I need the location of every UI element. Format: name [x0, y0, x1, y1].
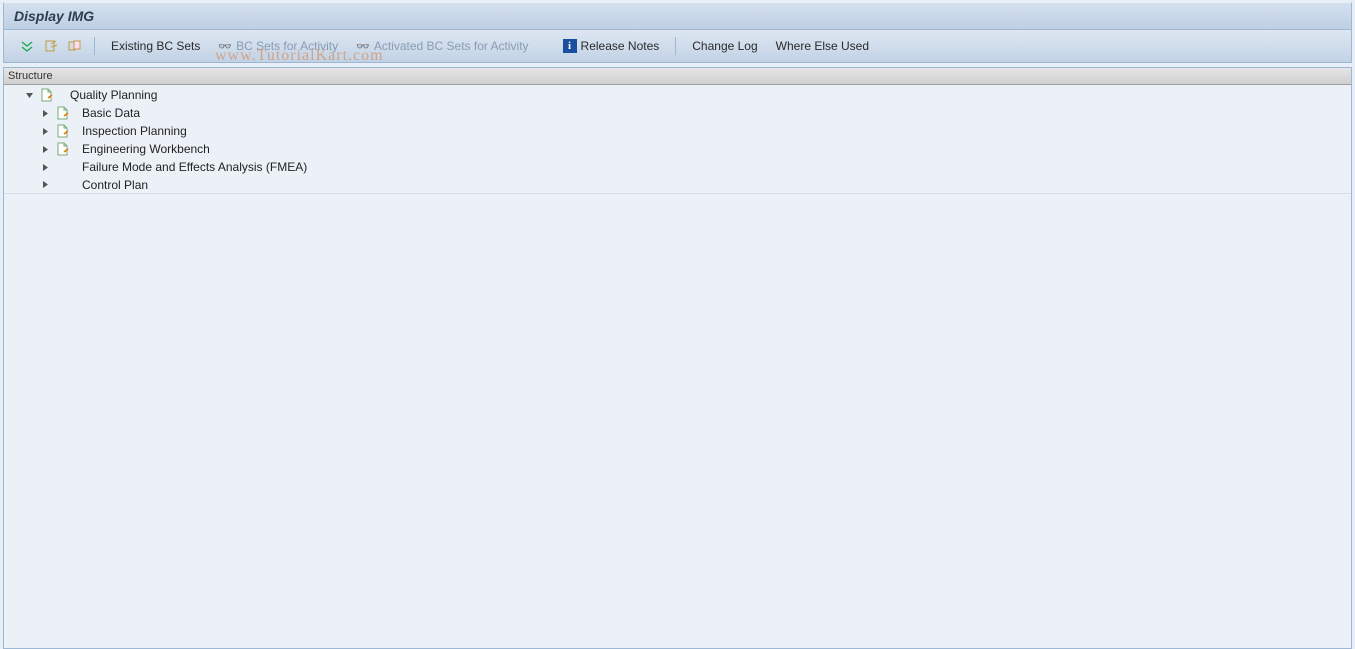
collapse-arrow-icon[interactable] — [24, 90, 34, 100]
additional-info-icon[interactable] — [64, 35, 86, 57]
tree-row[interactable]: Control Plan — [4, 176, 1351, 194]
tree-item-label[interactable]: Basic Data — [72, 106, 140, 120]
where-else-used-button[interactable]: Where Else Used — [768, 34, 877, 58]
expand-all-icon[interactable] — [16, 35, 38, 57]
tree-item-label[interactable]: Engineering Workbench — [72, 142, 210, 156]
expand-arrow-icon[interactable] — [40, 108, 50, 118]
tree-root-row[interactable]: Quality Planning — [4, 86, 1351, 104]
tree-item-label[interactable]: Failure Mode and Effects Analysis (FMEA) — [72, 160, 307, 174]
expand-arrow-icon[interactable] — [40, 126, 50, 136]
title-bar: Display IMG — [3, 2, 1352, 30]
glasses-icon: 👓 — [356, 40, 370, 53]
tree-row[interactable]: Basic Data — [4, 104, 1351, 122]
where-else-used-label: Where Else Used — [776, 39, 869, 53]
expand-arrow-icon[interactable] — [40, 162, 50, 172]
existing-bc-sets-label: Existing BC Sets — [111, 39, 200, 53]
document-icon[interactable] — [38, 87, 54, 103]
expand-arrow-icon[interactable] — [40, 144, 50, 154]
tree-row[interactable]: Engineering Workbench — [4, 140, 1351, 158]
glasses-icon: 👓 — [218, 40, 232, 53]
page-title: Display IMG — [14, 8, 94, 24]
tree-row[interactable]: Inspection Planning — [4, 122, 1351, 140]
expand-arrow-icon[interactable] — [40, 180, 50, 190]
separator — [94, 37, 95, 55]
separator — [675, 37, 676, 55]
release-notes-button[interactable]: i Release Notes — [555, 34, 668, 58]
release-notes-label: Release Notes — [581, 39, 660, 53]
document-icon[interactable] — [54, 123, 70, 139]
activated-bc-sets-button: 👓 Activated BC Sets for Activity — [348, 34, 536, 58]
document-icon[interactable] — [54, 141, 70, 157]
tree-item-label[interactable]: Control Plan — [72, 178, 148, 192]
bc-sets-for-activity-label: BC Sets for Activity — [236, 39, 338, 53]
tree-row[interactable]: Failure Mode and Effects Analysis (FMEA) — [4, 158, 1351, 176]
existing-bc-sets-button[interactable]: Existing BC Sets — [103, 34, 208, 58]
find-icon[interactable] — [40, 35, 62, 57]
tree-root-label[interactable]: Quality Planning — [56, 88, 157, 102]
info-icon: i — [563, 39, 577, 53]
img-tree[interactable]: Quality Planning Basic Data Inspection P… — [4, 85, 1351, 648]
change-log-button[interactable]: Change Log — [684, 34, 765, 58]
document-icon[interactable] — [54, 105, 70, 121]
content-area: Structure Quality Planning Basic Data — [3, 67, 1352, 649]
bc-sets-for-activity-button: 👓 BC Sets for Activity — [210, 34, 346, 58]
main-toolbar: Existing BC Sets 👓 BC Sets for Activity … — [3, 30, 1352, 63]
change-log-label: Change Log — [692, 39, 757, 53]
tree-item-label[interactable]: Inspection Planning — [72, 124, 187, 138]
structure-column-header[interactable]: Structure — [4, 68, 1351, 85]
activated-bc-sets-label: Activated BC Sets for Activity — [374, 39, 529, 53]
